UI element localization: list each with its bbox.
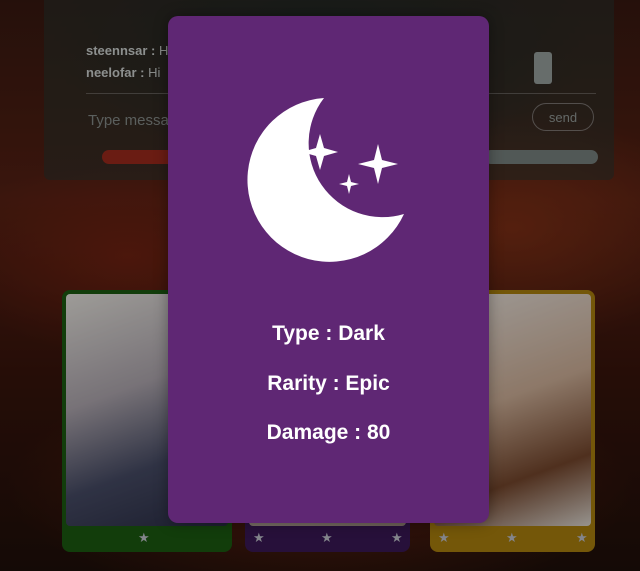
card-detail-modal: Type : Dark Rarity : Epic Damage : 80 <box>168 16 489 523</box>
moon-stars-icon <box>247 98 404 262</box>
card-type: Type : Dark <box>272 322 385 345</box>
card-damage: Damage : 80 <box>266 421 391 444</box>
card-rarity: Rarity : Epic <box>267 372 390 395</box>
